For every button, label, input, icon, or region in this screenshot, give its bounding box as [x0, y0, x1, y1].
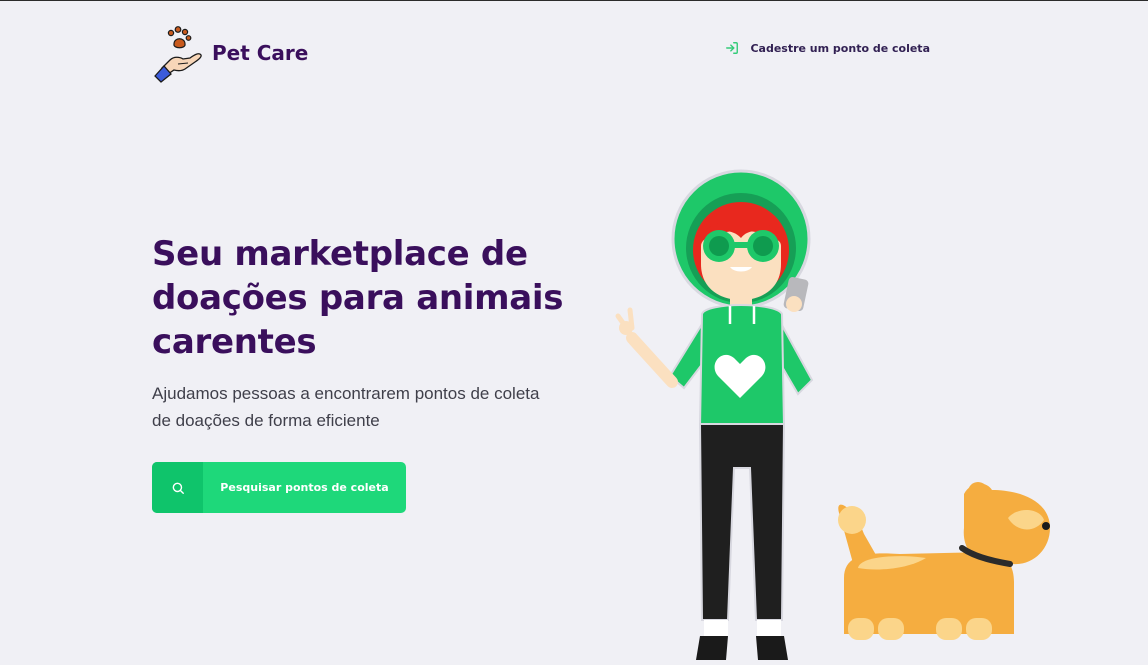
- register-collection-point-link[interactable]: Cadestre um ponto de coleta: [725, 40, 930, 56]
- search-button-label: Pesquisar pontos de coleta: [220, 481, 389, 494]
- hero-title: Seu marketplace de doações para animais …: [152, 234, 564, 362]
- paw-hand-icon: [152, 24, 206, 84]
- logo[interactable]: Pet Care: [152, 24, 308, 84]
- log-in-icon: [725, 40, 741, 56]
- search-icon: [152, 462, 203, 513]
- search-collection-points-button[interactable]: Pesquisar pontos de coleta: [152, 462, 406, 513]
- register-link-label: Cadestre um ponto de coleta: [750, 41, 930, 55]
- header: Pet Care Cadestre um ponto de coleta: [152, 24, 930, 84]
- hero-description: Ajudamos pessoas a encontrarem pontos de…: [152, 384, 540, 430]
- hero-illustration: [600, 168, 1060, 660]
- top-border: [0, 0, 1148, 1]
- brand-name: Pet Care: [212, 41, 309, 65]
